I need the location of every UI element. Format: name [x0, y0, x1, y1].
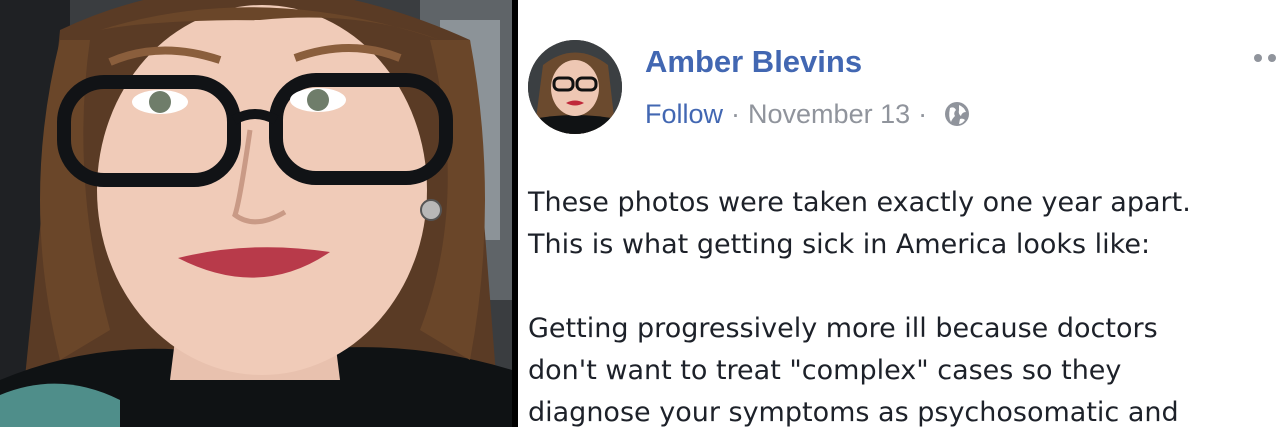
screenshot-frame: Amber Blevins Follow · November 13 · The… [0, 0, 1280, 427]
portrait-photo [0, 0, 512, 427]
post-text-line: don't want to treat "complex" cases so t… [528, 355, 1122, 386]
more-dot [1254, 54, 1262, 62]
author-name-link[interactable]: Amber Blevins [645, 44, 862, 80]
post-text-line: These photos were taken exactly one year… [528, 187, 1191, 218]
facebook-post: Amber Blevins Follow · November 13 · The… [518, 0, 1280, 427]
post-text-line: diagnose your symptoms as psychosomatic … [528, 397, 1179, 427]
post-date[interactable]: November 13 [748, 99, 910, 130]
more-dot [1268, 54, 1276, 62]
post-text-line: This is what getting sick in America loo… [528, 229, 1151, 260]
meta-separator: · [918, 98, 928, 129]
author-avatar[interactable] [528, 40, 622, 134]
globe-icon [943, 100, 971, 128]
follow-link[interactable]: Follow [645, 99, 723, 130]
post-text-line: Getting progressively more ill because d… [528, 313, 1158, 344]
post-body: These photos were taken exactly one year… [528, 182, 1280, 427]
meta-separator: · [731, 98, 741, 129]
more-options-icon[interactable] [1254, 54, 1276, 62]
post-meta: Follow · November 13 · [645, 96, 971, 132]
